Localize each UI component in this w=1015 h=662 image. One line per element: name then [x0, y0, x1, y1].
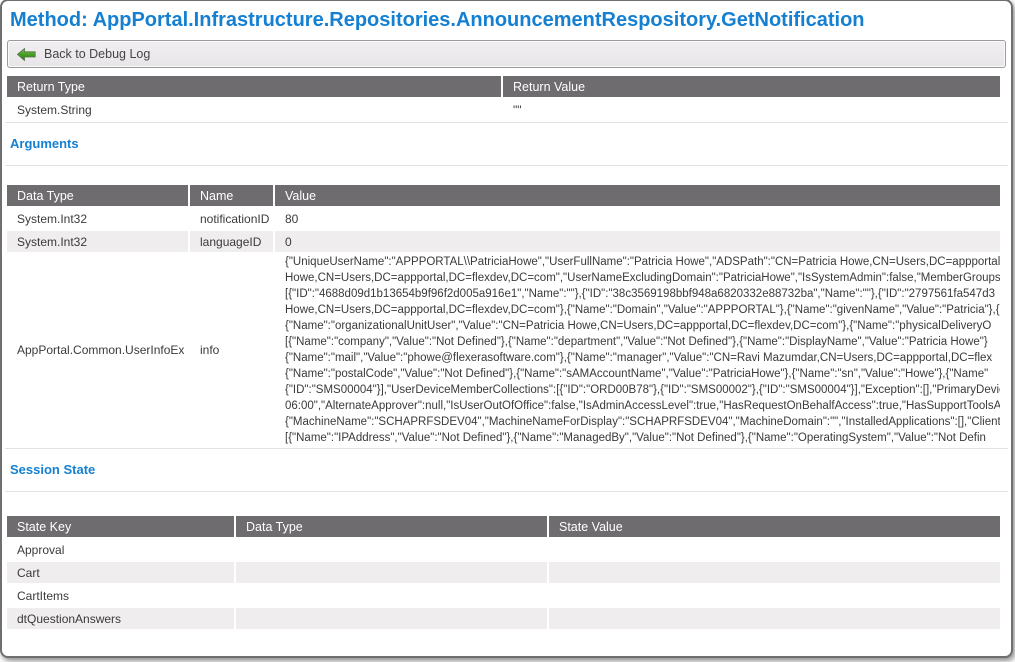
table-cell: [549, 562, 1000, 583]
table-row: System.String"": [7, 99, 1000, 120]
table-row: Cart: [7, 562, 1000, 583]
table-cell: Approval: [7, 539, 234, 560]
table-row: System.Int32notificationID80: [7, 208, 1000, 229]
table-cell: [549, 608, 1000, 629]
table-cell: [236, 585, 547, 606]
column-header: Return Type: [7, 76, 501, 97]
session-state-section-label: Session State: [5, 448, 1008, 492]
table-row: dtQuestionAnswers: [7, 608, 1000, 629]
table-cell: CartItems: [7, 585, 234, 606]
table-cell: notificationID: [190, 208, 273, 229]
table-row: CartItems: [7, 585, 1000, 606]
table-row: AppPortal.Common.UserInfoExinfo{"UniqueU…: [7, 254, 1000, 446]
arguments-section-label: Arguments: [5, 122, 1008, 166]
back-button-label: Back to Debug Log: [44, 47, 150, 61]
table-cell: [549, 585, 1000, 606]
table-cell: [236, 539, 547, 560]
screenshot-stage: Method: AppPortal.Infrastructure.Reposit…: [0, 0, 1015, 662]
table-cell: info: [190, 254, 273, 446]
table-cell: [236, 608, 547, 629]
table-cell: System.Int32: [7, 208, 188, 229]
page-title: Method: AppPortal.Infrastructure.Reposit…: [5, 3, 1008, 39]
debug-detail-window: Method: AppPortal.Infrastructure.Reposit…: [0, 0, 1013, 658]
column-header: Data Type: [7, 185, 188, 206]
table-row: Approval: [7, 539, 1000, 560]
table-cell: [236, 562, 547, 583]
table-cell: 0: [275, 231, 1000, 252]
table-cell: "": [503, 99, 1000, 120]
spacer: [5, 166, 1008, 183]
column-header: Data Type: [236, 516, 547, 537]
table-cell: dtQuestionAnswers: [7, 608, 234, 629]
table-cell: System.String: [7, 99, 501, 120]
table-cell: Cart: [7, 562, 234, 583]
column-header: Value: [275, 185, 1000, 206]
arguments-table: Data TypeNameValueSystem.Int32notificati…: [5, 183, 1002, 448]
table-cell: AppPortal.Common.UserInfoEx: [7, 254, 188, 446]
table-cell: System.Int32: [7, 231, 188, 252]
return-table: Return TypeReturn ValueSystem.String"": [5, 74, 1002, 122]
spacer: [5, 492, 1008, 514]
table-cell: 80: [275, 208, 1000, 229]
column-header: Name: [190, 185, 273, 206]
back-to-debug-log-button[interactable]: Back to Debug Log: [7, 40, 1006, 68]
green-left-arrow-icon: [17, 48, 36, 61]
column-header: Return Value: [503, 76, 1000, 97]
table-row: System.Int32languageID0: [7, 231, 1000, 252]
table-cell: {"UniqueUserName":"APPPORTAL\\PatriciaHo…: [275, 254, 1000, 446]
column-header: State Value: [549, 516, 1000, 537]
column-header: State Key: [7, 516, 234, 537]
table-cell: languageID: [190, 231, 273, 252]
table-cell: [549, 539, 1000, 560]
session-state-table: State KeyData TypeState ValueApprovalCar…: [5, 514, 1002, 631]
